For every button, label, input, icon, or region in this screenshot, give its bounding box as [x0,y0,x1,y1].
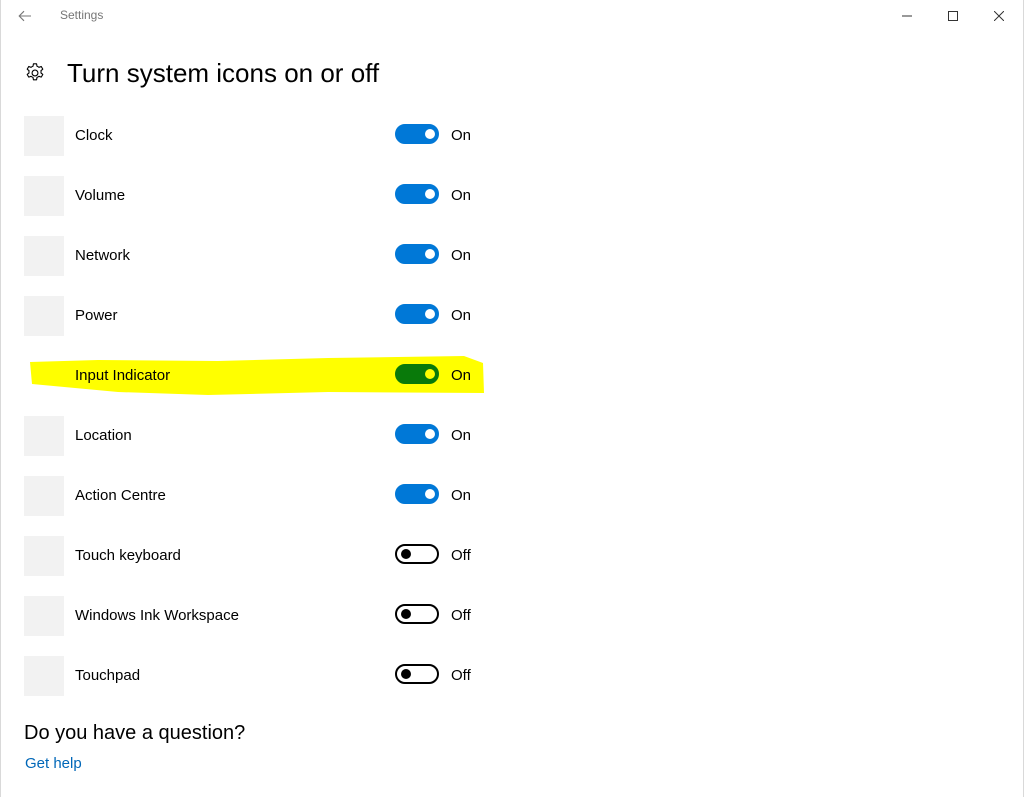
toggle-state: On [451,487,472,504]
action-centre-icon [24,476,64,516]
setting-label: Touch keyboard [75,547,181,564]
close-icon [994,11,1004,21]
toggle-knob [425,369,435,379]
toggle-state: On [451,307,472,324]
setting-label: Action Centre [75,487,166,504]
network-icon [24,236,64,276]
toggle-knob [401,669,411,679]
setting-label: Volume [75,187,126,204]
touch-keyboard-icon [24,536,64,576]
input-indicator-toggle[interactable] [395,364,439,384]
toggle-state: Off [451,547,471,564]
setting-label: Windows Ink Workspace [75,607,239,624]
setting-label: Location [75,427,132,444]
touch-keyboard-toggle[interactable] [395,544,439,564]
close-button[interactable] [976,0,1022,32]
back-button[interactable] [10,4,40,28]
page-header: Turn system icons on or off [22,56,379,90]
maximize-button[interactable] [930,0,976,32]
app-title: Settings [60,8,104,22]
input-indicator-icon [24,356,64,396]
toggle-state: On [451,367,472,384]
setting-row-location: Location On [0,405,1024,465]
toggle-knob [425,129,435,139]
toggle-state: On [451,127,472,144]
setting-row-touchpad: Touchpad Off [0,645,1024,705]
toggle-state: On [451,187,472,204]
location-toggle[interactable] [395,424,439,444]
minimize-icon [902,15,912,17]
back-arrow-icon [18,10,31,22]
volume-toggle[interactable] [395,184,439,204]
setting-row-action-centre: Action Centre On [0,465,1024,525]
toggle-knob [401,549,411,559]
clock-icon [24,116,64,156]
setting-row-windows-ink-workspace: Windows Ink Workspace Off [0,585,1024,645]
setting-row-network: Network On [0,225,1024,285]
setting-label: Network [75,247,131,264]
setting-label: Clock [75,127,113,144]
toggle-knob [425,249,435,259]
toggle-knob [425,429,435,439]
minimize-button[interactable] [884,0,930,32]
action-centre-toggle[interactable] [395,484,439,504]
gear-icon [22,60,48,86]
touchpad-icon [24,656,64,696]
touchpad-toggle[interactable] [395,664,439,684]
toggle-knob [425,489,435,499]
setting-label: Input Indicator [75,367,171,384]
network-toggle[interactable] [395,244,439,264]
setting-row-volume: Volume On [0,165,1024,225]
toggle-knob [425,309,435,319]
windows-ink-workspace-toggle[interactable] [395,604,439,624]
maximize-icon [948,11,958,21]
windows-ink-workspace-icon [24,596,64,636]
page-title: Turn system icons on or off [67,57,380,88]
setting-row-power: Power On [0,285,1024,345]
setting-label: Touchpad [75,667,141,684]
setting-row-touch-keyboard: Touch keyboard Off [0,525,1024,585]
power-icon [24,296,64,336]
toggle-state: Off [451,667,471,684]
toggle-knob [401,609,411,619]
help-heading: Do you have a question? [24,722,246,744]
setting-label: Power [75,307,118,324]
power-toggle[interactable] [395,304,439,324]
toggle-knob [425,189,435,199]
toggle-state: On [451,427,472,444]
toggle-state: On [451,247,472,264]
toggle-state: Off [451,607,471,624]
clock-toggle[interactable] [395,124,439,144]
volume-icon [24,176,64,216]
setting-row-clock: Clock On [0,105,1024,165]
title-bar: Settings [0,0,1024,32]
get-help-link[interactable]: Get help [25,755,82,772]
location-icon [24,416,64,456]
setting-row-input-indicator: Input Indicator On [0,345,1024,405]
